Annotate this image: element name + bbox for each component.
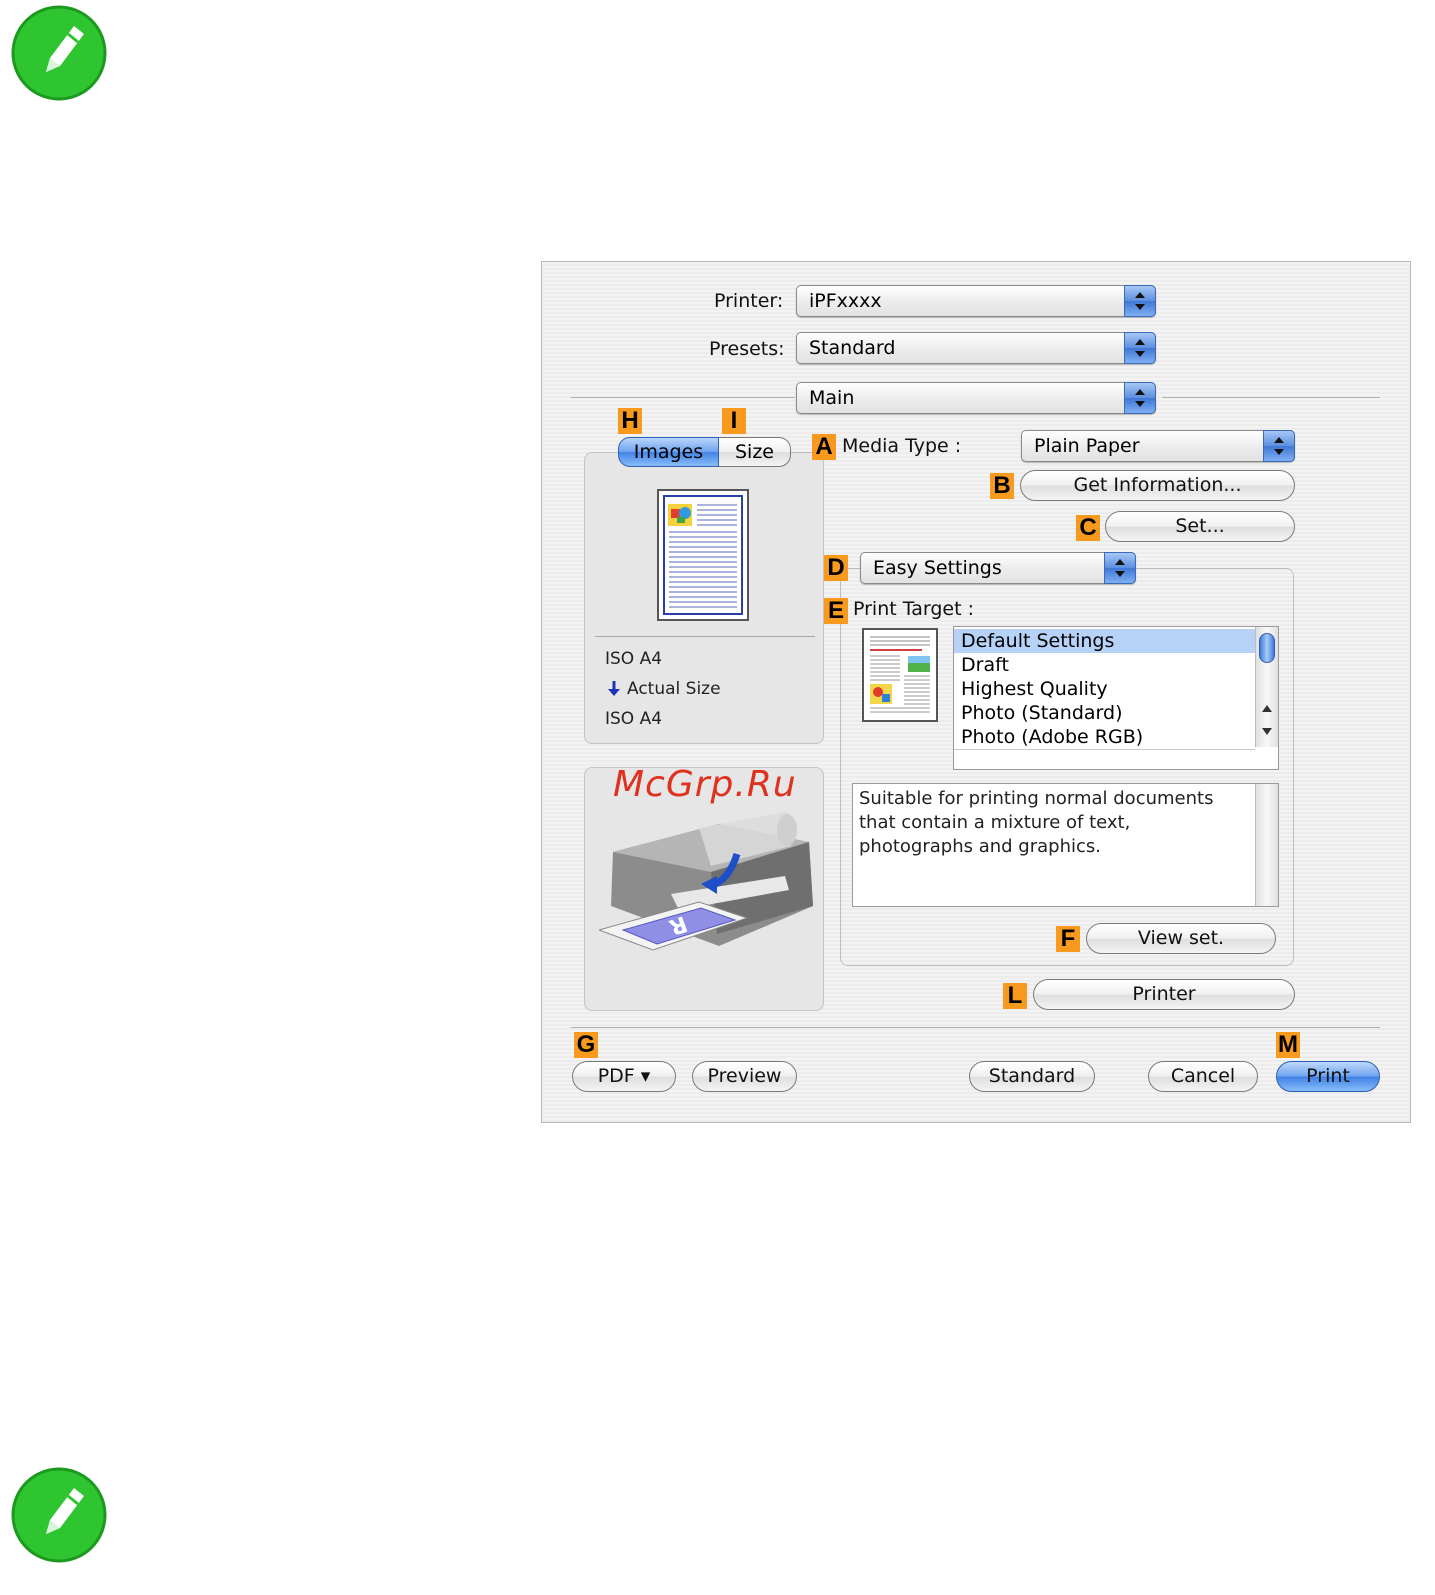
badge-e: E (824, 598, 848, 624)
output-size: ISO A4 (605, 709, 663, 729)
popup-arrows-icon (1104, 552, 1136, 584)
mode-value: Easy Settings (873, 557, 1002, 579)
separator (1162, 397, 1380, 398)
panel-popup[interactable]: Main (796, 382, 1156, 414)
cancel-button[interactable]: Cancel (1148, 1061, 1258, 1092)
list-item[interactable]: Draft (954, 653, 1255, 677)
description-scrollbar[interactable] (1255, 784, 1278, 906)
list-item[interactable]: Highest Quality (954, 677, 1255, 701)
print-dialog: Printer: iPFxxxx Presets: Standard Main … (541, 261, 1411, 1123)
description-text: Suitable for printing normal documents t… (859, 788, 1214, 857)
printer-popup[interactable]: iPFxxxx (796, 285, 1156, 317)
watermark: McGrp.Ru (613, 764, 797, 805)
separator (791, 452, 813, 453)
list-item[interactable]: Photo (Standard) (954, 701, 1255, 725)
print-target-label: Print Target : (853, 598, 974, 620)
badge-b: B (990, 473, 1014, 499)
note-icon (11, 5, 107, 101)
set-button[interactable]: Set... (1105, 511, 1295, 542)
presets-value: Standard (809, 337, 896, 359)
list-item[interactable]: Photo (Adobe RGB) (954, 725, 1255, 749)
tab-images[interactable]: Images (618, 437, 719, 467)
note-icon (11, 1467, 107, 1563)
media-type-value: Plain Paper (1034, 435, 1140, 457)
popup-arrows-icon (1263, 430, 1295, 462)
list-divider (954, 749, 1255, 750)
media-type-popup[interactable]: Plain Paper (1021, 430, 1295, 462)
list-item[interactable]: Default Settings (954, 629, 1255, 653)
down-arrow-icon (608, 681, 620, 696)
printer-illustration-icon: R (599, 812, 813, 951)
separator (571, 397, 795, 398)
print-target-description: Suitable for printing normal documents t… (852, 783, 1279, 907)
badge-f: F (1056, 926, 1080, 952)
badge-i: I (722, 408, 746, 434)
tab-size[interactable]: Size (719, 437, 791, 467)
preview-panel: ISO A4 Actual Size ISO A4 (584, 452, 824, 744)
preview-button[interactable]: Preview (692, 1061, 797, 1092)
media-type-label: Media Type : (842, 435, 962, 457)
badge-d: D (824, 555, 848, 581)
scroll-up-icon[interactable] (1261, 703, 1273, 713)
presets-popup[interactable]: Standard (796, 332, 1156, 364)
print-button[interactable]: Print (1276, 1061, 1380, 1092)
scroll-down-icon[interactable] (1261, 727, 1273, 737)
printer-value: iPFxxxx (809, 290, 882, 312)
list-scrollbar[interactable] (1255, 627, 1278, 747)
printer-label: Printer: (714, 290, 784, 312)
badge-h: H (618, 408, 642, 434)
print-target-preview-icon (862, 628, 938, 722)
popup-arrows-icon (1124, 285, 1156, 317)
get-information-button[interactable]: Get Information... (1020, 470, 1295, 501)
page-preview-icon (657, 489, 749, 621)
badge-a: A (812, 434, 836, 460)
badge-c: C (1076, 515, 1100, 541)
scroll-thumb[interactable] (1259, 633, 1275, 663)
scale-mode: Actual Size (627, 679, 721, 699)
pdf-menu-button[interactable]: PDF ▾ (572, 1061, 676, 1092)
separator (571, 1027, 1380, 1028)
print-target-list[interactable]: Default Settings Draft Highest Quality P… (953, 626, 1279, 770)
popup-arrows-icon (1124, 382, 1156, 414)
printer-button[interactable]: Printer (1033, 979, 1295, 1010)
popup-arrows-icon (1124, 332, 1156, 364)
printer-illustration-panel: McGrp.Ru R (584, 764, 824, 1011)
input-size: ISO A4 (605, 649, 663, 669)
presets-label: Presets: (709, 338, 785, 360)
badge-m: M (1276, 1031, 1300, 1058)
standard-button[interactable]: Standard (969, 1061, 1095, 1092)
badge-l: L (1003, 983, 1027, 1009)
badge-g: G (574, 1032, 598, 1058)
mode-popup[interactable]: Easy Settings (860, 552, 1136, 584)
panel-value: Main (809, 387, 855, 409)
separator (595, 636, 815, 637)
view-set-button[interactable]: View set. (1086, 923, 1276, 954)
